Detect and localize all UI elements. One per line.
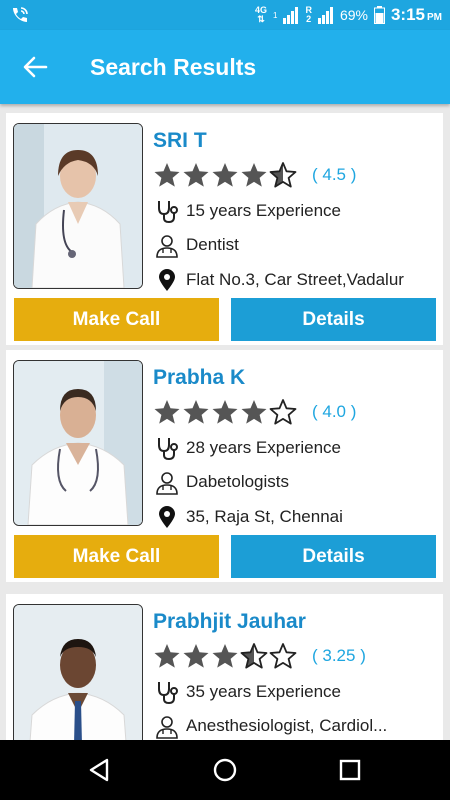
star-full-icon	[154, 400, 180, 424]
page-title: Search Results	[90, 54, 257, 80]
star-full-icon	[212, 163, 238, 187]
app-bar: Search Results	[0, 30, 450, 104]
star-half-icon	[240, 643, 268, 669]
experience-row: 15 years Experience	[154, 197, 341, 225]
specialty-row: Dabetologists	[154, 468, 289, 496]
doctor-icon	[156, 235, 178, 258]
star-full-icon	[212, 400, 238, 424]
doctor-photo	[13, 123, 143, 289]
signal-icon-2	[317, 7, 333, 24]
status-bar: 4G ⇅ 1 R 2 69% 3:15 PM	[0, 0, 450, 30]
details-button[interactable]: Details	[231, 535, 436, 578]
sim2-label: R 2	[305, 5, 312, 24]
experience-row: 28 years Experience	[154, 434, 341, 462]
make-call-button[interactable]: Make Call	[14, 298, 219, 341]
specialty-text: Dentist	[186, 235, 239, 254]
experience-text: 35 years Experience	[186, 682, 341, 701]
star-full-icon	[241, 400, 267, 424]
network-type: 4G ⇅	[254, 5, 267, 24]
doctor-card: Prabhjit Jauhar ( 3.25 ) 35 years Experi…	[6, 594, 443, 740]
rating-value: ( 4.5 )	[312, 165, 357, 184]
star-empty-icon	[269, 643, 297, 669]
nav-back-icon[interactable]	[85, 755, 115, 785]
rating-value: ( 3.25 )	[312, 646, 366, 665]
rating-stars: ( 3.25 )	[153, 642, 366, 670]
doctor-name[interactable]: Prabha K	[153, 366, 245, 390]
star-full-icon	[154, 644, 180, 668]
experience-text: 28 years Experience	[186, 438, 341, 457]
make-call-button[interactable]: Make Call	[14, 535, 219, 578]
address-text: Flat No.3, Car Street,Vadalur	[186, 270, 404, 289]
stethoscope-icon	[158, 438, 178, 461]
nav-recents-icon[interactable]	[335, 755, 365, 785]
back-arrow-icon[interactable]	[22, 54, 48, 80]
battery-icon	[373, 6, 385, 24]
star-full-icon	[241, 163, 267, 187]
sim1-label: 1	[272, 10, 278, 20]
location-pin-icon	[159, 506, 175, 528]
address-text: 35, Raja St, Chennai	[186, 507, 343, 526]
location-pin-icon	[159, 269, 175, 291]
address-row: Flat No.3, Car Street,Vadalur	[154, 266, 404, 294]
doctor-card: Prabha K ( 4.0 ) 28 years Experience Dab…	[6, 350, 443, 582]
experience-row: 35 years Experience	[154, 678, 341, 706]
doctor-name[interactable]: Prabhjit Jauhar	[153, 610, 306, 634]
results-list[interactable]: SRI T ( 4.5 ) 15 years Experience Dentis…	[0, 104, 450, 740]
rating-stars: ( 4.5 )	[153, 161, 356, 189]
address-row: 35, Raja St, Chennai	[154, 503, 343, 531]
phone-wifi-icon	[10, 5, 30, 30]
star-empty-icon	[269, 399, 297, 425]
doctor-icon	[156, 716, 178, 739]
rating-value: ( 4.0 )	[312, 402, 357, 421]
nav-home-icon[interactable]	[210, 755, 240, 785]
star-full-icon	[183, 644, 209, 668]
signal-icon	[283, 7, 299, 24]
system-nav-bar	[0, 740, 450, 800]
doctor-photo	[13, 360, 143, 526]
stethoscope-icon	[158, 682, 178, 705]
rating-stars: ( 4.0 )	[153, 398, 356, 426]
experience-text: 15 years Experience	[186, 201, 341, 220]
clock: 3:15 PM	[390, 5, 442, 24]
star-full-icon	[154, 163, 180, 187]
star-half-icon	[269, 162, 297, 188]
doctor-card: SRI T ( 4.5 ) 15 years Experience Dentis…	[6, 113, 443, 345]
battery-percent: 69%	[339, 7, 368, 23]
specialty-row: Anesthesiologist, Cardiol...	[154, 712, 387, 740]
stethoscope-icon	[158, 201, 178, 224]
star-full-icon	[212, 644, 238, 668]
star-full-icon	[183, 163, 209, 187]
details-button[interactable]: Details	[231, 298, 436, 341]
specialty-text: Anesthesiologist, Cardiol...	[186, 716, 388, 735]
specialty-row: Dentist	[154, 231, 239, 259]
doctor-icon	[156, 472, 178, 495]
star-full-icon	[183, 400, 209, 424]
specialty-text: Dabetologists	[186, 472, 290, 491]
doctor-photo	[13, 604, 143, 740]
doctor-name[interactable]: SRI T	[153, 129, 207, 153]
